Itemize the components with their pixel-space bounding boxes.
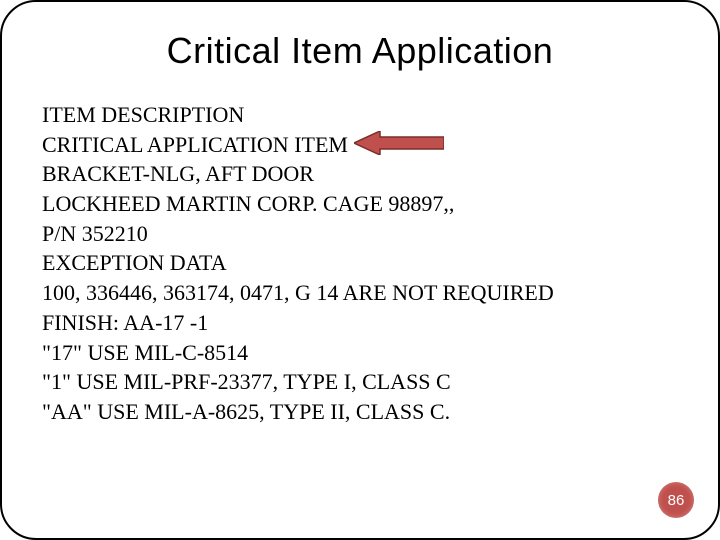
body-line: P/N 352210: [42, 219, 678, 249]
body-line: "AA" USE MIL-A-8625, TYPE II, CLASS C.: [42, 397, 678, 427]
slide-body: ITEM DESCRIPTION CRITICAL APPLICATION IT…: [42, 100, 678, 427]
slide-frame: Critical Item Application ITEM DESCRIPTI…: [0, 0, 720, 540]
body-line: EXCEPTION DATA: [42, 248, 678, 278]
body-line: CRITICAL APPLICATION ITEM: [42, 130, 678, 160]
page-number-badge: 86: [658, 482, 694, 518]
body-line: "17" USE MIL-C-8514: [42, 338, 678, 368]
body-line: ITEM DESCRIPTION: [42, 100, 678, 130]
body-line: BRACKET-NLG, AFT DOOR: [42, 159, 678, 189]
slide-title: Critical Item Application: [42, 30, 678, 72]
body-line: "1" USE MIL-PRF-23377, TYPE I, CLASS C: [42, 367, 678, 397]
page-number: 86: [668, 492, 685, 509]
body-line: FINISH: AA-17 -1: [42, 308, 678, 338]
body-line: 100, 336446, 363174, 0471, G 14 ARE NOT …: [42, 278, 678, 308]
body-line: LOCKHEED MARTIN CORP. CAGE 98897,,: [42, 189, 678, 219]
